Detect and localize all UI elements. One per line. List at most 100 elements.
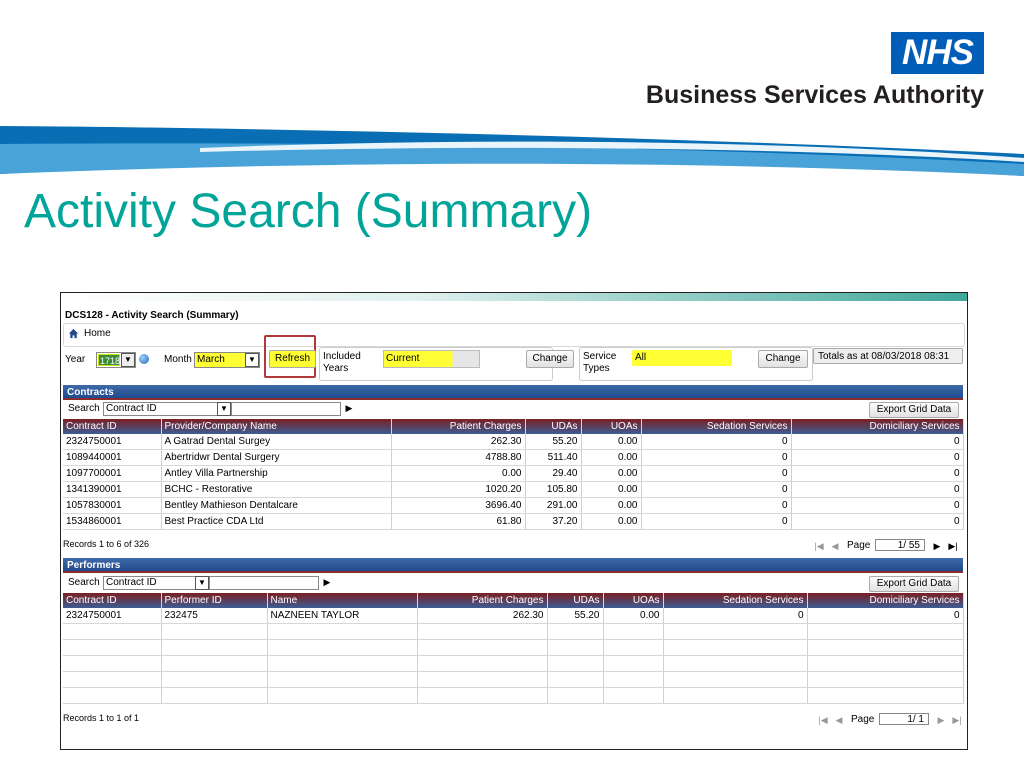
table-cell: 0	[641, 497, 792, 514]
header-swoosh	[0, 126, 1024, 176]
first-page-icon[interactable]: |◀	[813, 540, 825, 552]
table-cell: 0.00	[581, 434, 642, 450]
performers-search-field-select[interactable]: Contract ID ▼	[103, 576, 210, 590]
performers-search-input[interactable]	[209, 576, 319, 590]
help-icon[interactable]	[139, 354, 149, 364]
table-cell	[807, 623, 964, 640]
change-included-years-button[interactable]: Change	[526, 350, 574, 368]
table-cell: 4788.80	[391, 449, 526, 466]
table-cell	[663, 671, 808, 688]
table-cell	[267, 671, 418, 688]
year-select[interactable]: 1718 ▼	[96, 352, 136, 368]
column-header[interactable]: Performer ID	[161, 593, 268, 608]
table-cell	[663, 687, 808, 704]
table-cell	[547, 671, 604, 688]
table-cell: 3696.40	[391, 497, 526, 514]
column-header[interactable]: UOAs	[581, 419, 642, 434]
performers-search-field-value: Contract ID	[106, 577, 157, 588]
included-years-label: Included Years	[323, 351, 361, 375]
table-cell: 1534860001	[63, 513, 162, 530]
table-row[interactable]: 1089440001 Abertridwr Dental Surgery 4788.…	[63, 449, 964, 466]
column-header[interactable]: Contract ID	[63, 593, 162, 608]
table-cell: Antley Villa Partnership	[161, 465, 392, 482]
home-icon[interactable]	[68, 328, 79, 339]
table-cell	[417, 655, 548, 672]
first-page-icon[interactable]: |◀	[817, 714, 829, 726]
chevron-down-icon[interactable]: ▼	[245, 353, 259, 367]
performers-export-button[interactable]: Export Grid Data	[869, 576, 959, 592]
chevron-down-icon[interactable]: ▼	[121, 353, 135, 367]
table-cell: 0	[641, 465, 792, 482]
table-row[interactable]: 2324750001 A Gatrad Dental Surgey 262.30 55…	[63, 434, 964, 450]
play-icon[interactable]: ▶	[343, 402, 355, 414]
next-page-icon[interactable]: ▶	[931, 540, 943, 552]
column-header[interactable]: Patient Charges	[391, 419, 526, 434]
table-cell	[417, 623, 548, 640]
column-header[interactable]: Patient Charges	[417, 593, 548, 608]
table-cell	[547, 687, 604, 704]
table-cell	[807, 671, 964, 688]
previous-page-icon[interactable]: ◀	[829, 540, 841, 552]
table-cell	[603, 623, 664, 640]
table-row[interactable]: 1057830001 Bentley Mathieson Dentalcare 36…	[63, 497, 964, 514]
empty-table-row	[63, 639, 964, 656]
last-page-icon[interactable]: ▶|	[951, 714, 963, 726]
performers-records-count: Records 1 to 1 of 1	[63, 713, 140, 723]
column-header[interactable]: UDAs	[525, 419, 582, 434]
table-cell: 232475	[161, 608, 268, 624]
last-page-icon[interactable]: ▶|	[947, 540, 959, 552]
table-row[interactable]: 1534860001 Best Practice CDA Ltd 61.80 37.2…	[63, 513, 964, 530]
chevron-down-icon[interactable]: ▼	[217, 402, 231, 416]
table-cell	[267, 639, 418, 656]
next-page-icon[interactable]: ▶	[935, 714, 947, 726]
chevron-down-icon[interactable]: ▼	[195, 576, 209, 590]
column-header[interactable]: UDAs	[547, 593, 604, 608]
table-cell: 2324750001	[63, 608, 162, 624]
table-cell	[63, 639, 162, 656]
contracts-search-field-value: Contract ID	[106, 403, 157, 414]
contracts-records-count: Records 1 to 6 of 326	[63, 539, 150, 549]
table-cell: 1057830001	[63, 497, 162, 514]
refresh-button[interactable]: Refresh	[269, 350, 316, 368]
contracts-search-input[interactable]	[231, 402, 341, 416]
table-row[interactable]: 1097700001 Antley Villa Partnership 0.00 29…	[63, 465, 964, 482]
table-cell	[807, 655, 964, 672]
home-link[interactable]: Home	[84, 328, 111, 339]
table-cell: 0.00	[391, 465, 526, 482]
column-header[interactable]: Name	[267, 593, 418, 608]
table-cell	[267, 623, 418, 640]
performers-page-input[interactable]: 1/ 1	[879, 713, 929, 725]
table-cell	[267, 655, 418, 672]
change-service-types-button[interactable]: Change	[758, 350, 808, 368]
table-cell: 0.00	[581, 465, 642, 482]
table-cell	[663, 639, 808, 656]
column-header[interactable]: Provider/Company Name	[161, 419, 392, 434]
table-cell	[603, 639, 664, 656]
previous-page-icon[interactable]: ◀	[833, 714, 845, 726]
table-cell: 0	[663, 608, 808, 624]
column-header[interactable]: Sedation Services	[641, 419, 792, 434]
contracts-page-input[interactable]: 1/ 55	[875, 539, 925, 551]
service-types-label-line1: Service	[583, 351, 617, 362]
performers-heading: Performers	[63, 558, 963, 573]
table-cell: 511.40	[525, 449, 582, 466]
contracts-export-button[interactable]: Export Grid Data	[869, 402, 959, 418]
column-header[interactable]: Domiciliary Services	[807, 593, 964, 608]
empty-table-row	[63, 687, 964, 704]
column-header[interactable]: Sedation Services	[663, 593, 808, 608]
play-icon[interactable]: ▶	[321, 576, 333, 588]
table-row[interactable]: 2324750001 232475 NAZNEEN TAYLOR 262.30 55.2…	[63, 608, 964, 624]
table-cell: 61.80	[391, 513, 526, 530]
table-cell: 2324750001	[63, 434, 162, 450]
column-header[interactable]: UOAs	[603, 593, 664, 608]
contracts-search-field-select[interactable]: Contract ID ▼	[103, 402, 232, 416]
table-row[interactable]: 1341390001 BCHC - Restorative 1020.20 105.8…	[63, 481, 964, 498]
app-top-accent	[61, 293, 967, 301]
table-cell	[161, 655, 268, 672]
performers-search-label: Search	[68, 577, 100, 588]
column-header[interactable]: Domiciliary Services	[791, 419, 964, 434]
month-select[interactable]: March ▼	[194, 352, 260, 368]
column-header[interactable]: Contract ID	[63, 419, 162, 434]
table-cell	[161, 639, 268, 656]
service-types-value: All	[635, 352, 647, 363]
